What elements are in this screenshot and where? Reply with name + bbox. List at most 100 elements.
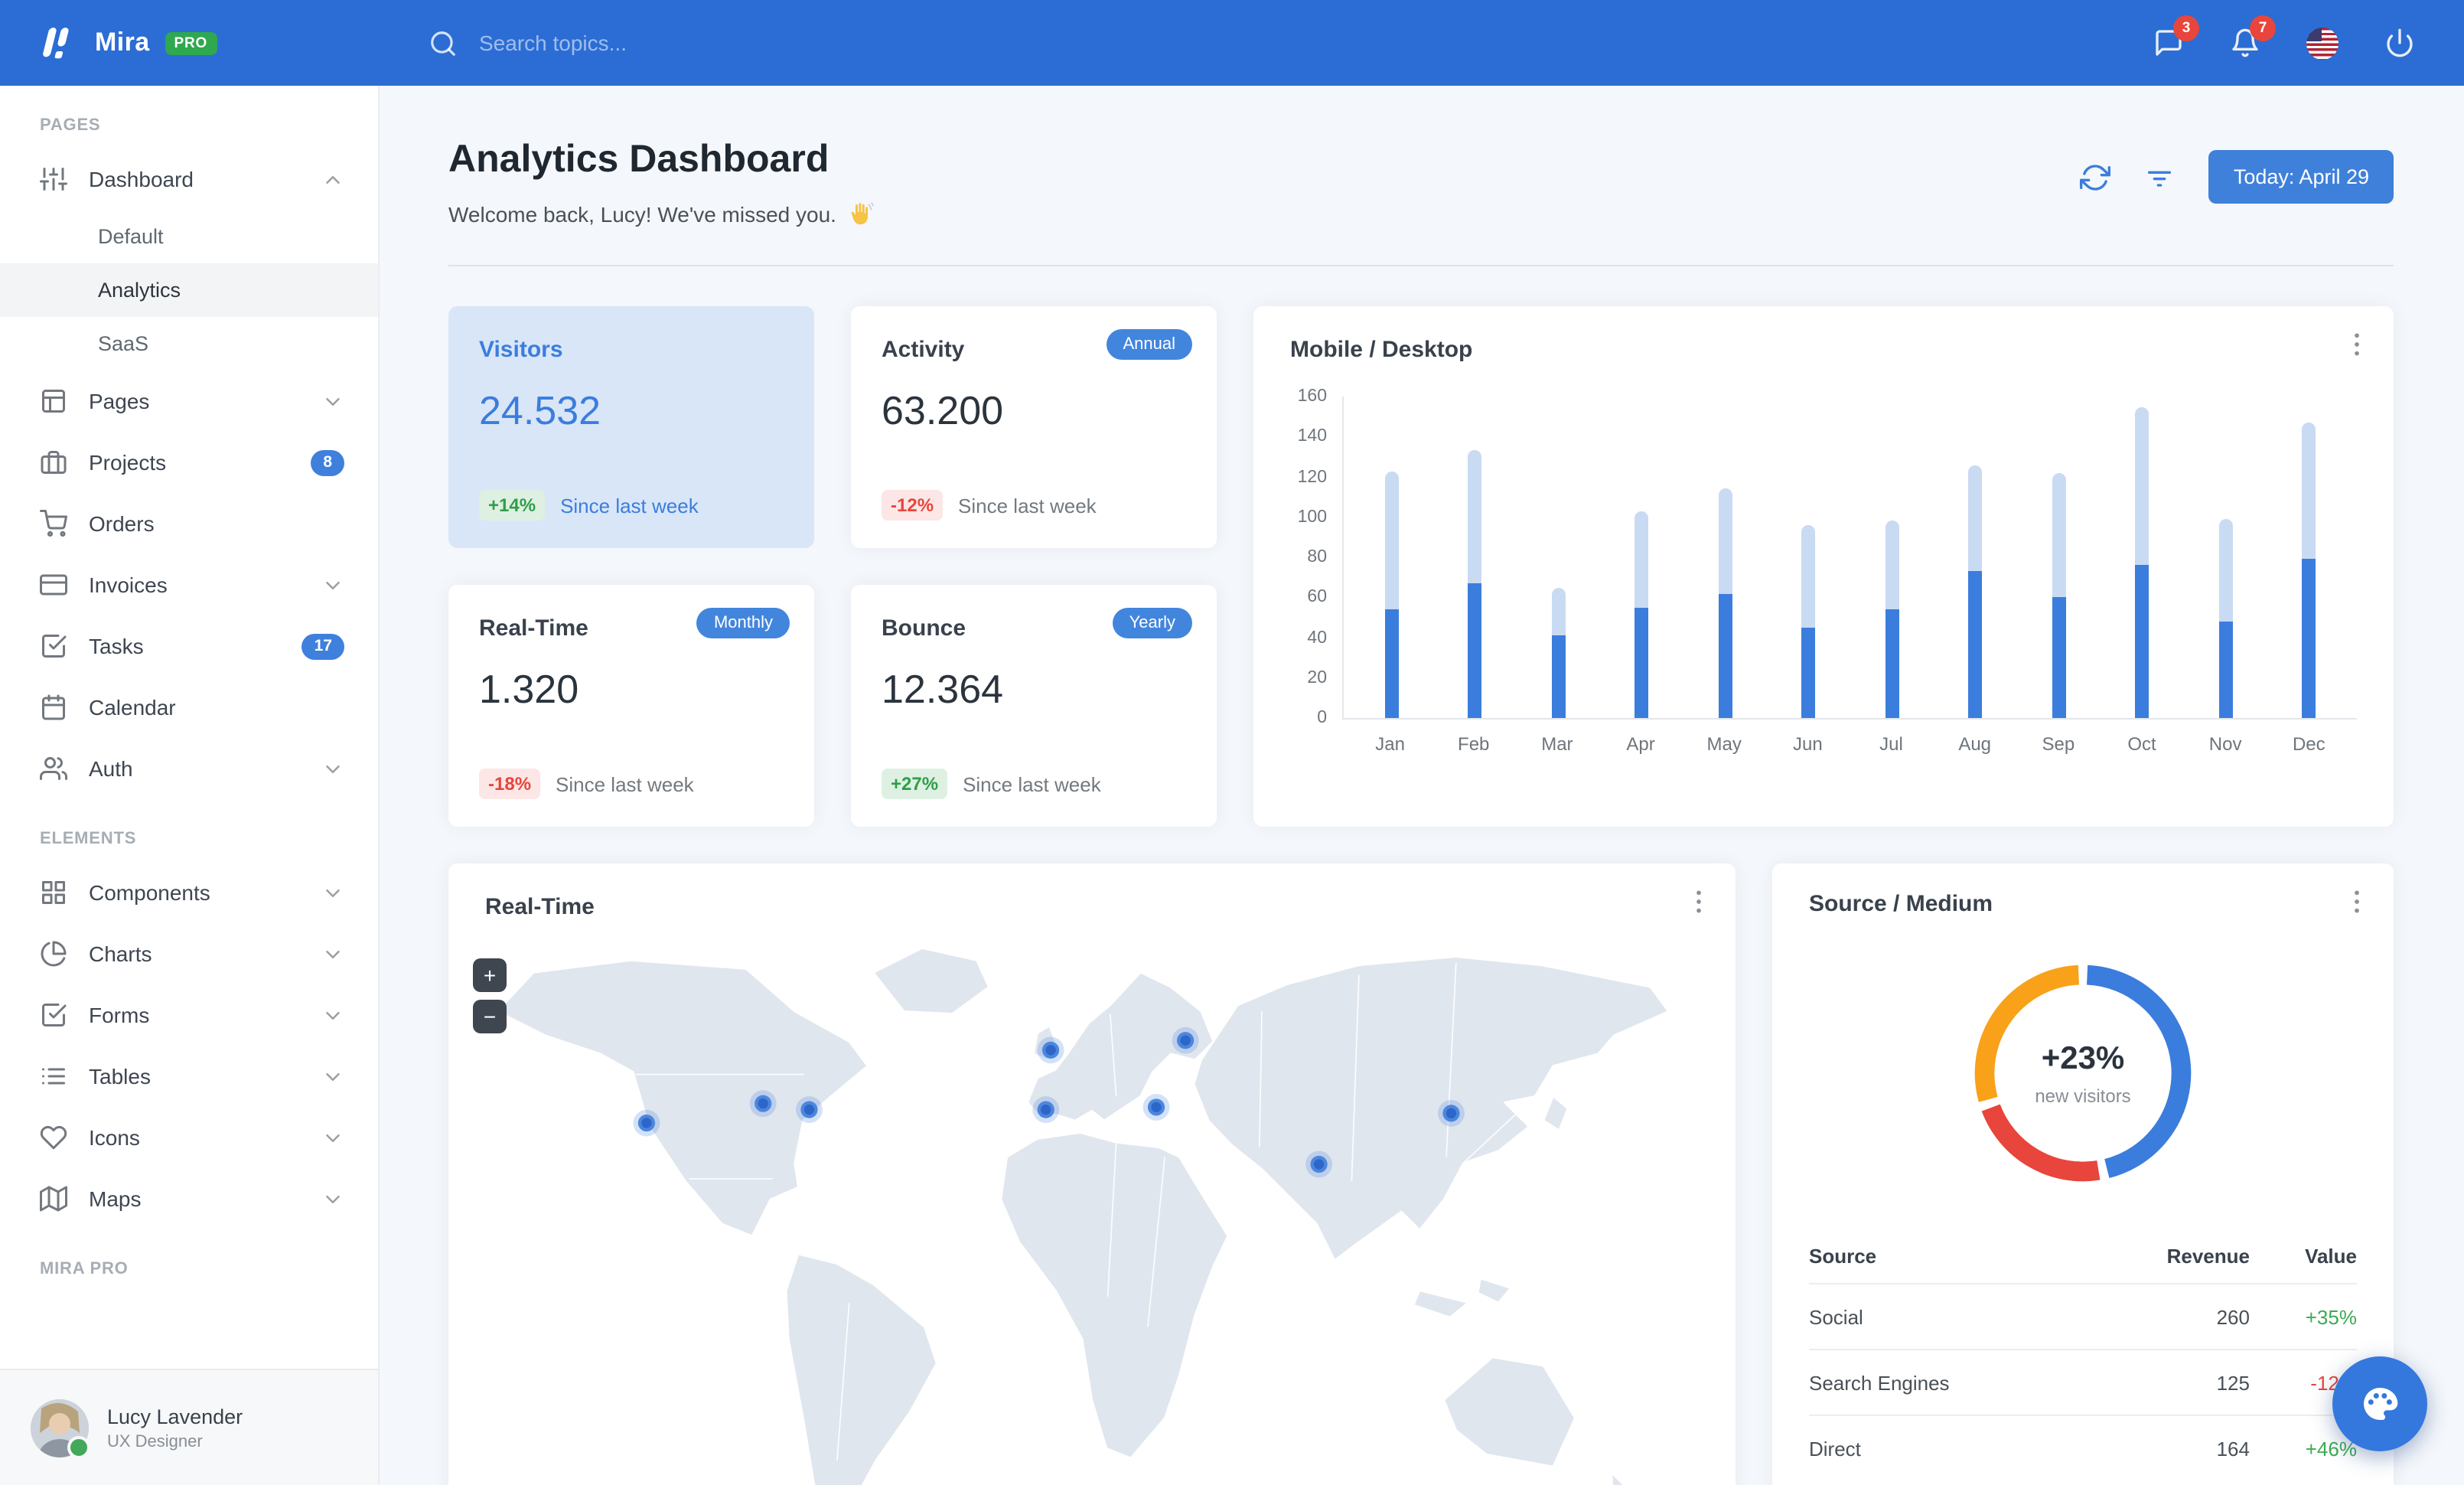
sidebar-section-mira-pro: MIRA PRO xyxy=(40,1260,129,1278)
zoom-in-button[interactable]: + xyxy=(473,958,507,992)
bar-apr[interactable] xyxy=(1600,397,1683,718)
notifications-count-badge: 7 xyxy=(2250,15,2276,41)
card-menu-button[interactable] xyxy=(2339,328,2375,364)
column-header-revenue: Revenue xyxy=(2166,1245,2250,1268)
period-badge[interactable]: Monthly xyxy=(696,608,790,638)
mira-logo-icon xyxy=(43,28,69,59)
map-marker[interactable] xyxy=(1032,1096,1060,1124)
pro-badge: PRO xyxy=(165,31,217,54)
period-badge[interactable]: Annual xyxy=(1106,329,1192,360)
sidebar-item-charts[interactable]: Charts xyxy=(0,923,378,984)
brand[interactable]: Mira PRO xyxy=(0,23,380,63)
more-vertical-icon xyxy=(2355,332,2359,355)
map-title: Real-Time xyxy=(485,894,595,920)
main-content: Analytics Dashboard Welcome back, Lucy! … xyxy=(380,86,2464,1485)
donut-chart-title: Source / Medium xyxy=(1809,891,1993,917)
sidebar-item-icons[interactable]: Icons xyxy=(0,1107,378,1168)
x-tick-label: Feb xyxy=(1458,733,1490,755)
map-marker[interactable] xyxy=(749,1090,777,1118)
page-title: Analytics Dashboard xyxy=(448,138,829,181)
more-vertical-icon xyxy=(2355,889,2359,912)
bar-feb[interactable] xyxy=(1433,397,1517,718)
x-tick-label: Jan xyxy=(1375,733,1405,755)
page-header: Analytics Dashboard Welcome back, Lucy! … xyxy=(448,138,2394,228)
period-badge[interactable]: Yearly xyxy=(1112,608,1192,638)
grid-icon xyxy=(42,881,65,904)
realtime-map-card: Real-Time + − xyxy=(448,863,1736,1485)
stats-grid: Visitors 24.532 +14% Since last week Act… xyxy=(448,306,1217,827)
map-marker[interactable] xyxy=(1305,1150,1333,1178)
world-map[interactable] xyxy=(485,938,1699,1485)
stat-value: 24.532 xyxy=(479,387,601,433)
sidebar-item-saas[interactable]: SaaS xyxy=(0,317,378,370)
zoom-out-button[interactable]: − xyxy=(473,1000,507,1033)
online-status-dot xyxy=(67,1435,90,1458)
sidebar-item-orders[interactable]: Orders xyxy=(0,493,378,554)
language-button[interactable] xyxy=(2306,27,2339,59)
source-row-direct[interactable]: Direct 164 +46% xyxy=(1809,1415,2357,1480)
navbar-actions: 3 7 xyxy=(2153,15,2464,59)
bar-chart-plot xyxy=(1342,397,2357,720)
signout-button[interactable] xyxy=(2384,28,2415,58)
bar-sep[interactable] xyxy=(2017,397,2101,718)
card-menu-button[interactable] xyxy=(1680,885,1717,922)
bar-oct[interactable] xyxy=(2101,397,2184,718)
bar-chart-y-axis: 0 20 40 60 80 100 120 140 160 xyxy=(1290,387,1342,727)
source-table: Source Revenue Value Social 260 +35% Sea… xyxy=(1809,1229,2357,1480)
bar-aug[interactable] xyxy=(1934,397,2017,718)
sidebar-item-auth[interactable]: Auth xyxy=(0,738,378,799)
wave-emoji xyxy=(852,202,875,225)
sidebar-item-tables[interactable]: Tables xyxy=(0,1046,378,1107)
map-icon xyxy=(40,1186,67,1212)
page-subtitle: Welcome back, Lucy! We've missed you. xyxy=(448,201,875,228)
theme-settings-button[interactable] xyxy=(2332,1356,2427,1451)
app: Mira PRO 3 7 PAGESDashboardDefaul xyxy=(0,0,2464,1485)
sidebar-item-default[interactable]: Default xyxy=(0,210,378,263)
chevron-down-icon xyxy=(326,889,340,896)
stat-caption: Since last week xyxy=(958,494,1097,517)
card-menu-button[interactable] xyxy=(2339,885,2375,922)
sidebar-item-forms[interactable]: Forms xyxy=(0,984,378,1046)
bar-jan[interactable] xyxy=(1350,397,1433,718)
user-name: Lucy Lavender xyxy=(107,1405,243,1428)
search-input[interactable] xyxy=(476,29,834,57)
bar-may[interactable] xyxy=(1683,397,1767,718)
bar-mar[interactable] xyxy=(1517,397,1600,718)
sidebar-item-dashboard[interactable]: Dashboard xyxy=(0,148,378,210)
sidebar-item-calendar[interactable]: Calendar xyxy=(0,677,378,738)
sidebar-nav: PAGES Dashboard Default Analytics SaaS Pages P… xyxy=(0,86,378,1292)
sidebar-item-projects[interactable]: Projects 8 xyxy=(0,432,378,493)
source-row-social[interactable]: Social 260 +35% xyxy=(1809,1283,2357,1350)
notifications-button[interactable]: 7 xyxy=(2230,15,2276,58)
source-medium-card: Source / Medium +23% new visitors Source xyxy=(1772,863,2394,1485)
source-row-search-engines[interactable]: Search Engines 125 -12% xyxy=(1809,1349,2357,1415)
sidebar-item-invoices[interactable]: Invoices xyxy=(0,554,378,615)
y-tick-label: 20 xyxy=(1307,668,1327,687)
x-tick-label: Dec xyxy=(2292,733,2325,755)
sidebar-item-pages[interactable]: Pages xyxy=(0,370,378,432)
date-range-button[interactable]: Today: April 29 xyxy=(2208,150,2394,204)
map-marker[interactable] xyxy=(796,1096,823,1124)
map-marker[interactable] xyxy=(1438,1099,1465,1127)
map-marker[interactable] xyxy=(1037,1036,1064,1064)
x-tick-label: May xyxy=(1706,733,1742,755)
bar-dec[interactable] xyxy=(2267,397,2351,718)
bar-jul[interactable] xyxy=(1850,397,1934,718)
sidebar-item-tasks[interactable]: Tasks 17 xyxy=(0,615,378,677)
sidebar-user[interactable]: Lucy Lavender UX Designer xyxy=(0,1369,378,1485)
filter-icon[interactable] xyxy=(2145,162,2176,192)
sidebar-item-analytics[interactable]: Analytics xyxy=(0,263,378,317)
bar-jun[interactable] xyxy=(1767,397,1850,718)
bar-nov[interactable] xyxy=(2184,397,2267,718)
map-marker[interactable] xyxy=(1142,1094,1170,1121)
messages-button[interactable]: 3 xyxy=(2153,15,2199,58)
refresh-icon[interactable] xyxy=(2080,162,2111,192)
stat-caption: Since last week xyxy=(560,494,699,517)
source-table-header-row: Source Revenue Value xyxy=(1809,1229,2357,1284)
sidebar-item-components[interactable]: Components xyxy=(0,862,378,923)
map-marker[interactable] xyxy=(1172,1026,1199,1054)
map-marker[interactable] xyxy=(633,1109,660,1137)
sidebar-item-maps[interactable]: Maps xyxy=(0,1168,378,1229)
layout-icon xyxy=(42,390,65,413)
power-icon xyxy=(2387,28,2413,57)
